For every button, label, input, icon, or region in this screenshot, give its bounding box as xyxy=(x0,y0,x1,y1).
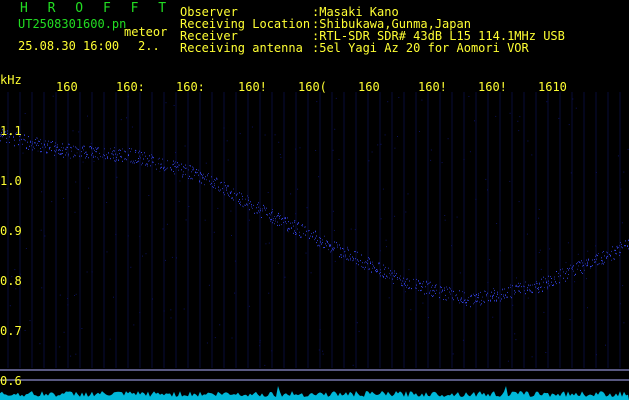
spectrogram-plot xyxy=(0,92,629,400)
antenna-key: Receiving antenna xyxy=(180,41,303,55)
y-tick-label: 0.7 xyxy=(0,324,22,338)
y-tick-label: 0.8 xyxy=(0,274,22,288)
x-tick-label: 160! xyxy=(238,80,267,94)
y-axis-unit: kHz xyxy=(0,73,22,87)
x-tick-label: 160 xyxy=(56,80,78,94)
file-name: UT2508301600.pn xyxy=(18,17,127,31)
x-tick-label: 160( xyxy=(298,80,327,94)
x-tick-label: 1610 xyxy=(538,80,567,94)
mode-label: meteor xyxy=(124,25,168,39)
x-tick-label: 160! xyxy=(478,80,507,94)
y-tick-label: 1.0 xyxy=(0,174,22,188)
x-tick-label: 160: xyxy=(176,80,205,94)
y-tick-label: 0.6 xyxy=(0,374,22,388)
x-tick-label: 160! xyxy=(418,80,447,94)
x-tick-label: 160: xyxy=(116,80,145,94)
spectrum-strip xyxy=(0,386,629,400)
y-tick-label: 0.9 xyxy=(0,224,22,238)
x-tick-label: 160 xyxy=(358,80,380,94)
y-tick-label: 1.1 xyxy=(0,124,22,138)
plot-grid xyxy=(7,92,621,368)
antenna-value: :5el Yagi Az 20 for Aomori VOR xyxy=(312,41,529,55)
channel-label: 2.. xyxy=(138,39,160,53)
signal-trace xyxy=(0,95,629,366)
date-time: 25.08.30 16:00 xyxy=(18,39,120,53)
app-title: H R O F F T xyxy=(20,1,173,16)
